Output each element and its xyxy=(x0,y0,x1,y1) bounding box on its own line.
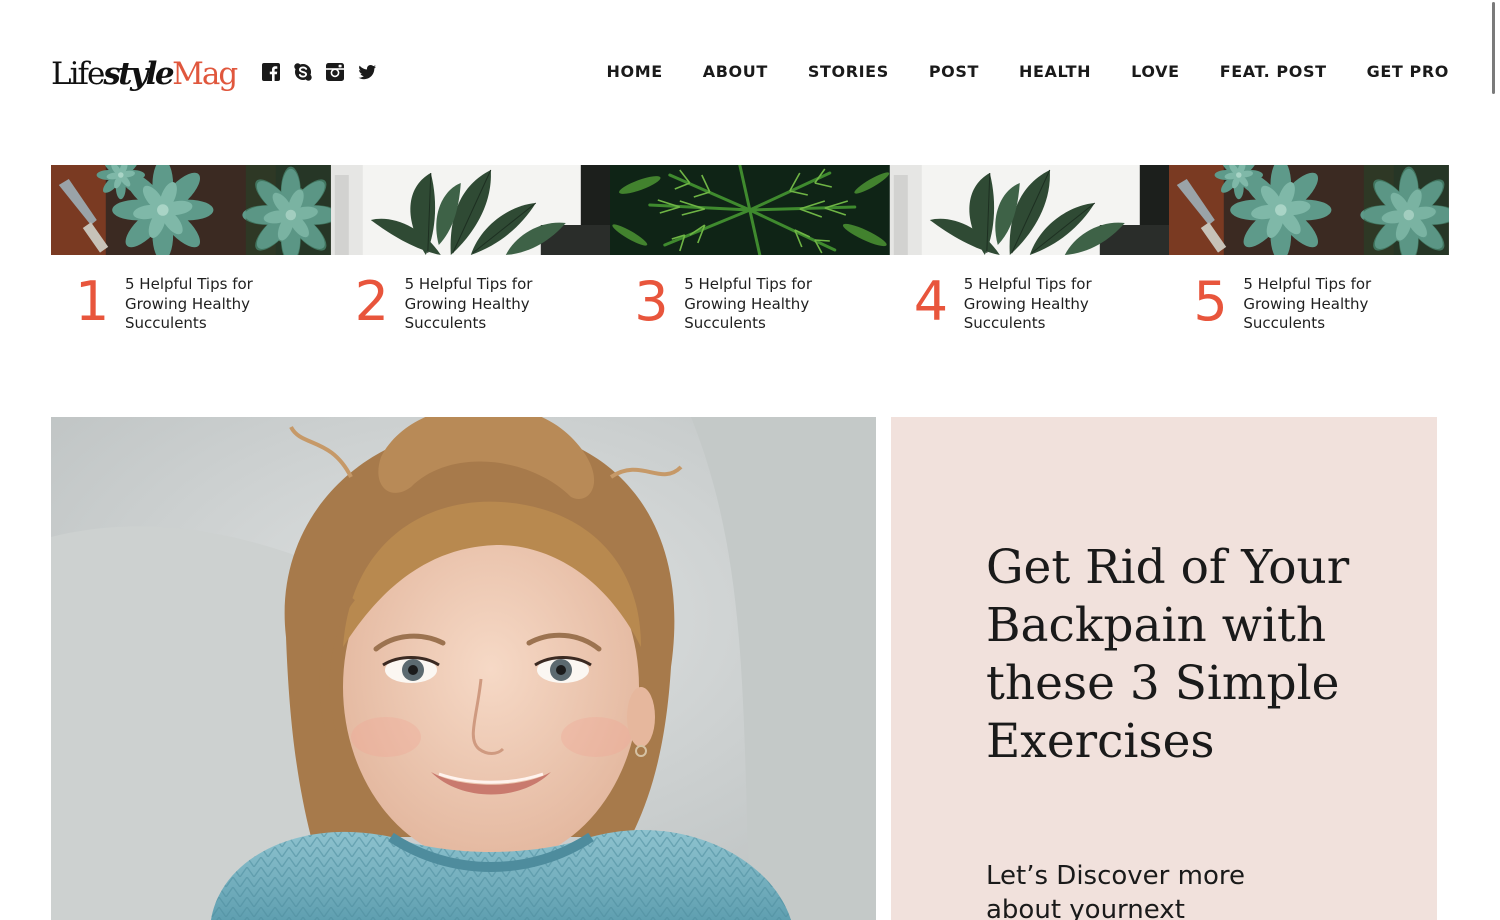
nav-feat-post[interactable]: FEAT. POST xyxy=(1220,62,1327,82)
feature-subtitle: Let’s Discover more about yournext xyxy=(986,861,1245,920)
trending-posts: 1 5 Helpful Tips for Growing Healthy Suc… xyxy=(51,165,1449,334)
nav-home[interactable]: HOME xyxy=(607,62,663,82)
palm-leaves-photo[interactable] xyxy=(610,165,890,255)
nav-get-pro[interactable]: GET PRO xyxy=(1367,62,1449,82)
houseplant-photo[interactable] xyxy=(330,165,611,255)
trending-title-link[interactable]: 5 Helpful Tips for Growing Healthy Succu… xyxy=(684,275,849,334)
feature-title[interactable]: Get Rid of Your Backpain with these 3 Si… xyxy=(986,539,1366,771)
trending-card-body: 2 5 Helpful Tips for Growing Healthy Suc… xyxy=(331,255,611,334)
twitter-icon[interactable] xyxy=(357,62,377,82)
logo-mag: Mag xyxy=(172,56,238,92)
trending-card-1[interactable]: 1 5 Helpful Tips for Growing Healthy Suc… xyxy=(51,165,331,334)
trending-number: 4 xyxy=(913,270,949,333)
feature-panel: Get Rid of Your Backpain with these 3 Si… xyxy=(891,417,1437,920)
logo-style: style xyxy=(103,56,174,92)
trending-card-body: 5 5 Helpful Tips for Growing Healthy Suc… xyxy=(1169,255,1449,334)
trending-title-link[interactable]: 5 Helpful Tips for Growing Healthy Succu… xyxy=(405,275,570,334)
trending-card-body: 3 5 Helpful Tips for Growing Healthy Suc… xyxy=(610,255,890,334)
site-header: LifestyleMag HOME ABOUT STORIES POST HEA… xyxy=(0,0,1500,140)
nav-post[interactable]: POST xyxy=(929,62,979,82)
nav-health[interactable]: HEALTH xyxy=(1019,62,1091,82)
trending-title-link[interactable]: 5 Helpful Tips for Growing Healthy Succu… xyxy=(964,275,1129,334)
succulents-photo[interactable] xyxy=(1169,165,1449,255)
trending-number: 1 xyxy=(75,270,110,333)
scrollbar-thumb[interactable] xyxy=(1492,2,1495,94)
trending-number: 2 xyxy=(354,270,389,333)
houseplant-photo[interactable] xyxy=(889,165,1170,255)
trending-card-body: 1 5 Helpful Tips for Growing Healthy Suc… xyxy=(51,255,331,334)
trending-card-5[interactable]: 5 5 Helpful Tips for Growing Healthy Suc… xyxy=(1169,165,1449,334)
trending-title-link[interactable]: 5 Helpful Tips for Growing Healthy Succu… xyxy=(125,275,290,334)
trending-number: 5 xyxy=(1193,270,1228,333)
nav-love[interactable]: LOVE xyxy=(1131,62,1180,82)
smiling-girl-photo xyxy=(51,417,876,920)
nav-about[interactable]: ABOUT xyxy=(703,62,768,82)
nav-stories[interactable]: STORIES xyxy=(808,62,889,82)
page-scrollbar[interactable] xyxy=(1488,0,1500,920)
main-nav: HOME ABOUT STORIES POST HEALTH LOVE FEAT… xyxy=(607,62,1449,82)
skype-icon[interactable] xyxy=(293,62,313,82)
trending-number: 3 xyxy=(634,270,669,333)
trending-card-body: 4 5 Helpful Tips for Growing Healthy Suc… xyxy=(890,255,1170,334)
logo-life: Life xyxy=(51,56,105,92)
social-links xyxy=(261,62,377,82)
feature-photo[interactable] xyxy=(51,417,876,920)
trending-card-4[interactable]: 4 5 Helpful Tips for Growing Healthy Suc… xyxy=(889,165,1170,334)
site-logo[interactable]: LifestyleMag xyxy=(51,56,238,92)
trending-card-2[interactable]: 2 5 Helpful Tips for Growing Healthy Suc… xyxy=(330,165,611,334)
trending-card-3[interactable]: 3 5 Helpful Tips for Growing Healthy Suc… xyxy=(610,165,890,334)
succulents-photo[interactable] xyxy=(51,165,331,255)
facebook-icon[interactable] xyxy=(261,62,281,82)
instagram-icon[interactable] xyxy=(325,62,345,82)
trending-title-link[interactable]: 5 Helpful Tips for Growing Healthy Succu… xyxy=(1243,275,1408,334)
